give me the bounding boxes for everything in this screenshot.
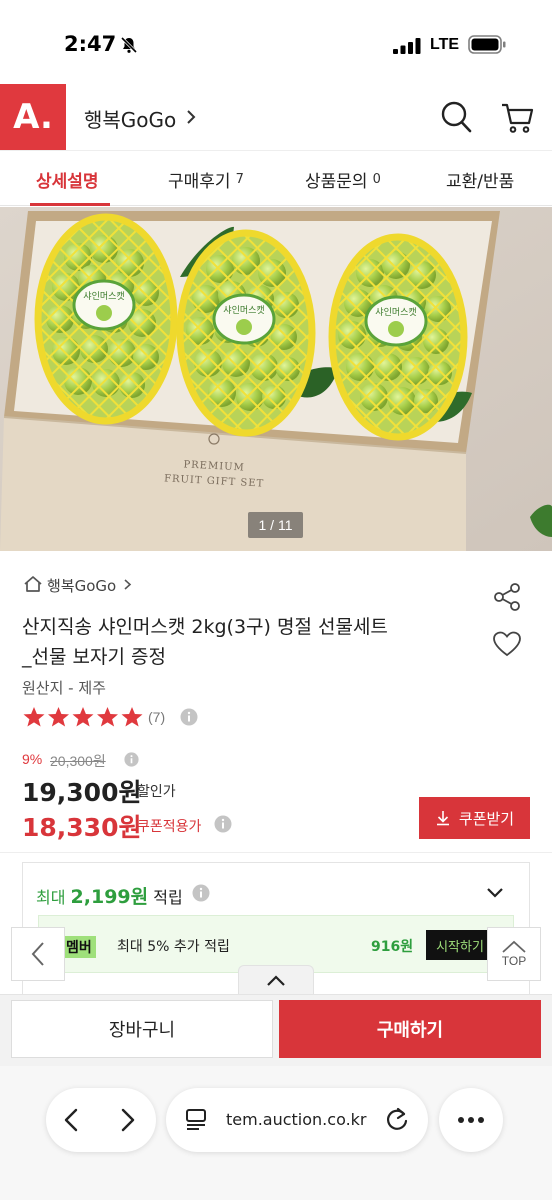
membership-start-button[interactable]: 시작하기 [426,930,494,960]
product-origin: 원산지 - 제주 [22,679,106,697]
address-url[interactable]: tem.auction.co.kr [226,1110,367,1129]
coupon-price: 18,330원 [22,813,142,842]
browser-more-button[interactable] [439,1088,503,1152]
tab-reviews[interactable]: 구매후기 7 [168,151,244,207]
review-count[interactable]: (7) [148,709,165,725]
membership-badge: 멤버 [62,936,96,958]
sale-price: 19,300원 [22,778,142,807]
points-summary[interactable]: 최대 2,199원 적립 [36,882,183,909]
star-icon [97,707,118,727]
breadcrumb-store[interactable]: 행복GoGo [47,575,116,596]
coupon-download-button[interactable]: 쿠폰받기 [419,797,530,839]
product-title-line1: 산지직송 샤인머스캣 2kg(3구) 명절 선물세트 [22,616,388,638]
chevron-right-icon[interactable] [123,578,132,591]
tab-returns[interactable]: 교환/반품 [446,151,514,207]
status-bar: 2:47 LTE [0,0,552,80]
coupon-button-label: 쿠폰받기 [458,809,515,828]
image-counter: 1 / 11 [248,512,303,538]
auction-logo[interactable]: A. [0,84,66,150]
signal-icon [393,38,421,54]
info-icon[interactable] [124,752,139,767]
star-icon [23,707,45,727]
tab-inquiries[interactable]: 상품문의 0 [305,151,381,207]
star-icon [48,707,69,727]
status-time: 2:47 [64,32,117,56]
star-icon [121,707,143,727]
info-icon[interactable] [192,884,210,902]
browser-back-icon[interactable] [62,1106,80,1134]
cart-icon[interactable] [500,101,534,135]
heart-icon[interactable] [492,630,522,658]
membership-text: 최대 5% 추가 적립 [117,939,230,955]
download-icon [436,811,449,826]
scroll-top-label: TOP [501,954,527,968]
reader-icon[interactable] [185,1108,209,1130]
tab-label: 교환/반품 [446,171,515,192]
active-tab-indicator [30,203,110,206]
grape-label-text: 샤인머스캣 [83,291,124,302]
tab-label: 상품문의 [305,171,368,192]
scroll-top-button[interactable]: TOP [487,927,541,981]
store-name-link[interactable]: 행복GoGo [84,104,176,133]
points-prefix: 최대 [36,888,66,907]
back-floating-button[interactable] [11,927,65,981]
points-suffix: 적립 [153,888,183,907]
original-price: 20,300원 [50,753,106,769]
coupon-price-label: 쿠폰적용가 [137,819,202,835]
product-image-gallery[interactable]: 샤인머스캣 샤인머스캣 샤인머스캣 PREMIUM FRUIT GIFT SET [0,207,552,551]
tab-details[interactable]: 상세설명 [36,151,99,207]
tab-count: 0 [372,171,381,187]
network-label: LTE [430,36,460,53]
bell-muted-icon [120,36,138,54]
chevron-up-icon [267,974,285,986]
share-icon[interactable] [492,582,522,612]
collapse-handle[interactable] [238,965,314,995]
product-photo: 샤인머스캣 샤인머스캣 샤인머스캣 PREMIUM FRUIT GIFT SET [0,207,552,551]
battery-icon [468,35,506,54]
home-icon[interactable] [23,575,43,593]
more-dots-icon [458,1117,484,1123]
points-amount: 2,199원 [70,886,149,908]
chevron-right-icon[interactable] [185,108,197,126]
section-divider [0,852,552,853]
tab-label: 상세설명 [36,171,99,192]
sale-price-label: 할인가 [137,784,176,800]
tab-label: 구매후기 [168,171,231,192]
buy-now-button[interactable]: 구매하기 [279,1000,541,1058]
product-title-line2: _선물 보자기 증정 [22,646,166,668]
browser-forward-icon[interactable] [119,1106,137,1134]
add-to-cart-button[interactable]: 장바구니 [11,1000,273,1058]
product-tabs: 상세설명 구매후기 7 상품문의 0 교환/반품 [0,150,552,206]
discount-rate: 9% [22,751,43,767]
reload-icon[interactable] [384,1106,410,1132]
info-icon[interactable] [214,815,232,833]
tab-count: 7 [235,171,244,187]
search-icon[interactable] [440,100,472,134]
grape-label-text: 샤인머스캣 [375,307,416,318]
product-title: 산지직송 샤인머스캣 2kg(3구) 명절 선물세트 _선물 보자기 증정 [22,612,462,672]
chevron-left-icon [31,942,44,966]
membership-amount: 916원 [371,939,414,955]
chevron-down-icon[interactable] [486,886,504,900]
star-icon [72,707,94,727]
info-icon[interactable] [180,708,198,726]
grape-label-text: 샤인머스캣 [223,305,264,316]
rating-stars[interactable] [22,705,146,729]
chevron-up-icon [502,940,526,953]
